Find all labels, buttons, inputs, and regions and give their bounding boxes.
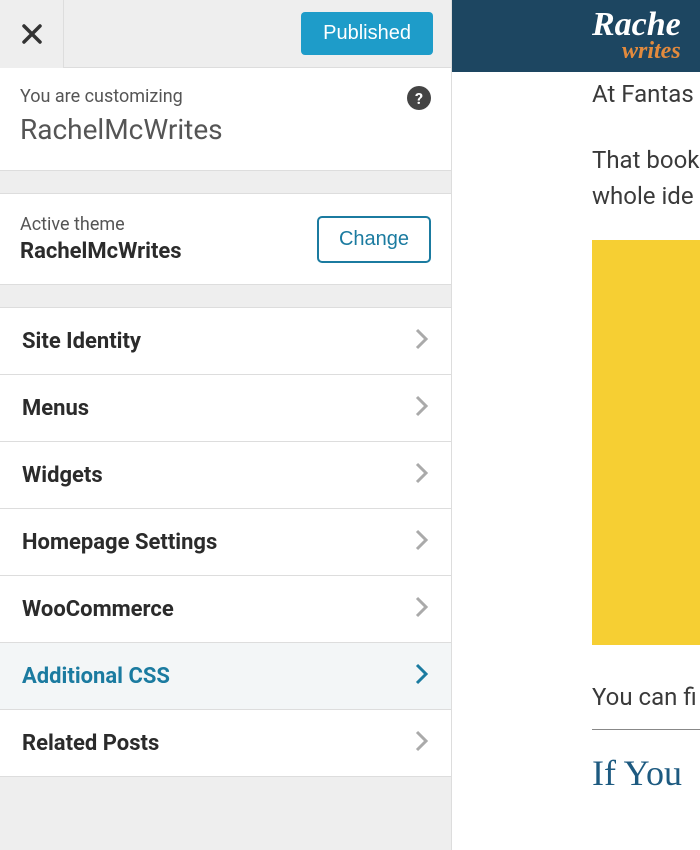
chevron-right-icon — [415, 395, 429, 421]
preview-text: At Fantas — [592, 80, 700, 108]
preview-text: That book — [592, 146, 700, 174]
preview-heading: If You — [592, 752, 700, 794]
customizer-nav-list: Site Identity Menus Widgets Homepage Set… — [0, 307, 451, 777]
customizer-sidebar: Published You are customizing RachelMcWr… — [0, 0, 452, 850]
customizing-info: You are customizing RachelMcWrites ? — [0, 68, 451, 171]
preview-body: At Fantas That book whole ide You can fi… — [452, 72, 700, 794]
site-logo: Rache writes — [592, 10, 681, 62]
change-theme-button[interactable]: Change — [317, 216, 431, 263]
logo-text-top: Rache — [592, 10, 681, 41]
theme-text: Active theme RachelMcWrites — [20, 214, 182, 264]
close-button[interactable] — [0, 0, 64, 68]
help-icon[interactable]: ? — [407, 86, 431, 110]
active-theme-label: Active theme — [20, 214, 182, 235]
logo-text-bottom: writes — [622, 41, 681, 63]
nav-site-identity[interactable]: Site Identity — [0, 308, 451, 375]
chevron-right-icon — [415, 730, 429, 756]
close-icon — [20, 22, 44, 46]
customizing-label: You are customizing — [20, 86, 431, 107]
nav-item-label: Additional CSS — [22, 664, 170, 689]
chevron-right-icon — [415, 663, 429, 689]
preview-text: whole ide — [592, 182, 700, 210]
nav-item-label: Site Identity — [22, 329, 141, 354]
nav-additional-css[interactable]: Additional CSS — [0, 643, 451, 710]
nav-item-label: Widgets — [22, 463, 103, 488]
nav-menus[interactable]: Menus — [0, 375, 451, 442]
active-theme-name: RachelMcWrites — [20, 239, 182, 264]
spacer — [0, 777, 451, 850]
nav-related-posts[interactable]: Related Posts — [0, 710, 451, 777]
preview-text: You can fi — [592, 683, 700, 711]
nav-homepage-settings[interactable]: Homepage Settings — [0, 509, 451, 576]
spacer — [0, 171, 451, 193]
chevron-right-icon — [415, 596, 429, 622]
spacer — [0, 285, 451, 307]
customizer-topbar: Published — [0, 0, 451, 68]
chevron-right-icon — [415, 328, 429, 354]
nav-item-label: Related Posts — [22, 731, 159, 756]
site-title: RachelMcWrites — [20, 113, 431, 146]
preview-paragraph: That book whole ide — [452, 146, 700, 210]
chevron-right-icon — [415, 529, 429, 555]
chevron-right-icon — [415, 462, 429, 488]
nav-item-label: WooCommerce — [22, 597, 174, 622]
site-preview: Rache writes At Fantas That book whole i… — [452, 0, 700, 850]
nav-woocommerce[interactable]: WooCommerce — [0, 576, 451, 643]
nav-widgets[interactable]: Widgets — [0, 442, 451, 509]
divider — [592, 729, 700, 730]
preview-header: Rache writes — [452, 0, 700, 72]
preview-image-block — [592, 240, 700, 645]
nav-item-label: Homepage Settings — [22, 530, 217, 555]
nav-item-label: Menus — [22, 396, 89, 421]
active-theme-section: Active theme RachelMcWrites Change — [0, 193, 451, 285]
publish-button[interactable]: Published — [301, 12, 433, 55]
